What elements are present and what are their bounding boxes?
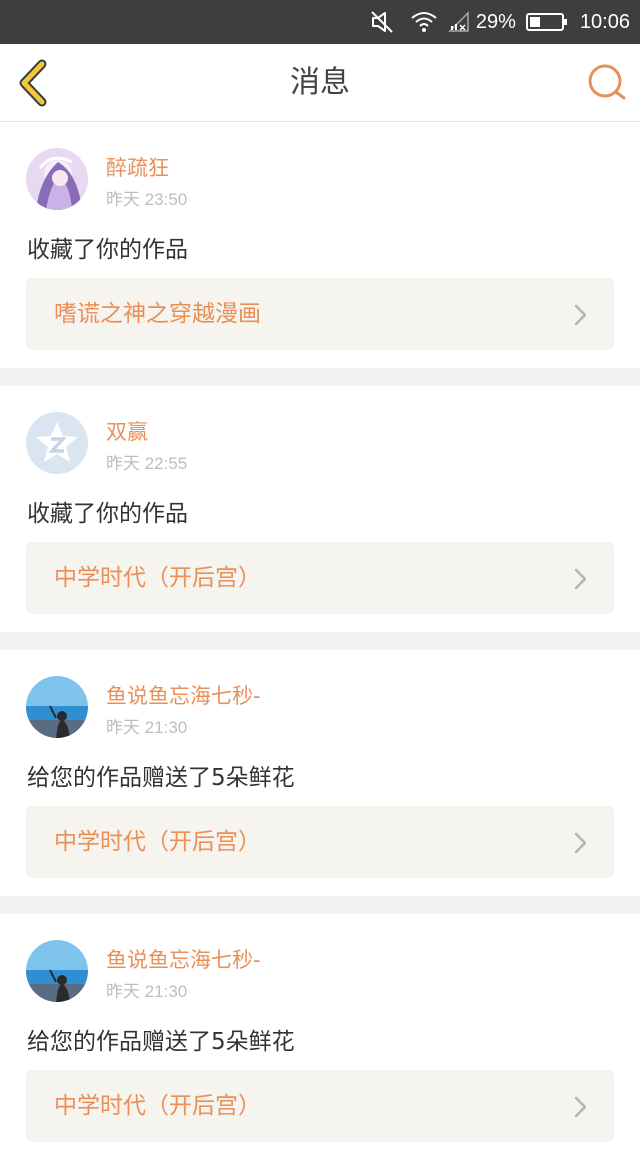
user-name[interactable]: 醉疏狂 [106, 152, 169, 182]
beach-avatar-image [26, 940, 88, 1002]
message-card: 鱼说鱼忘海七秒- 昨天 21:30 给您的作品赠送了5朵鲜花 中学时代（开后宫） [0, 650, 640, 896]
work-link[interactable]: 中学时代（开后宫） [26, 806, 614, 878]
work-link[interactable]: 嗜谎之神之穿越漫画 [26, 278, 614, 350]
chevron-right-icon [574, 304, 587, 326]
message-time: 昨天 22:55 [106, 454, 188, 473]
back-button[interactable] [14, 58, 60, 108]
work-title: 嗜谎之神之穿越漫画 [54, 301, 261, 327]
message-text: 收藏了你的作品 [27, 237, 188, 263]
work-title: 中学时代（开后宫） [54, 565, 261, 591]
status-bar: 29% 10:06 [0, 0, 640, 44]
wifi-icon [411, 12, 437, 32]
work-link[interactable]: 中学时代（开后宫） [26, 542, 614, 614]
battery-icon [525, 13, 567, 31]
message-text: 给您的作品赠送了5朵鲜花 [27, 765, 295, 791]
message-list: 醉疏狂 昨天 23:50 收藏了你的作品 嗜谎之神之穿越漫画 双赢 昨天 22:… [0, 122, 640, 1160]
clock: 10:06 [579, 10, 630, 33]
message-time: 昨天 21:30 [106, 982, 188, 1001]
work-title: 中学时代（开后宫） [54, 829, 261, 855]
avatar[interactable] [26, 148, 88, 210]
work-link[interactable]: 中学时代（开后宫） [26, 1070, 614, 1142]
beach-avatar-image [26, 676, 88, 738]
avatar[interactable] [26, 940, 88, 1002]
work-title: 中学时代（开后宫） [54, 1093, 261, 1119]
page-title: 消息 [290, 65, 350, 100]
message-card: 双赢 昨天 22:55 收藏了你的作品 中学时代（开后宫） [0, 386, 640, 632]
user-name[interactable]: 双赢 [106, 416, 148, 446]
chevron-right-icon [574, 832, 587, 854]
no-signal-icon [448, 11, 469, 32]
search-button[interactable] [586, 62, 628, 104]
message-text: 收藏了你的作品 [27, 501, 188, 527]
chevron-left-icon [19, 59, 47, 107]
message-time: 昨天 23:50 [106, 190, 188, 209]
anime-avatar-image [26, 148, 88, 210]
message-card: 鱼说鱼忘海七秒- 昨天 21:30 给您的作品赠送了5朵鲜花 中学时代（开后宫） [0, 914, 640, 1160]
message-text: 给您的作品赠送了5朵鲜花 [27, 1029, 295, 1055]
chevron-right-icon [574, 568, 587, 590]
battery-percent: 29% [475, 10, 516, 33]
user-name[interactable]: 鱼说鱼忘海七秒- [106, 944, 261, 974]
status-icons: 29% 10:06 [370, 0, 630, 44]
message-card: 醉疏狂 昨天 23:50 收藏了你的作品 嗜谎之神之穿越漫画 [0, 122, 640, 368]
header-bar: 消息 [0, 44, 640, 122]
avatar[interactable] [26, 676, 88, 738]
chevron-right-icon [574, 1096, 587, 1118]
user-name[interactable]: 鱼说鱼忘海七秒- [106, 680, 261, 710]
search-icon [588, 64, 626, 100]
default-avatar-image [26, 412, 88, 474]
avatar[interactable] [26, 412, 88, 474]
message-time: 昨天 21:30 [106, 718, 188, 737]
mute-icon [371, 11, 393, 33]
